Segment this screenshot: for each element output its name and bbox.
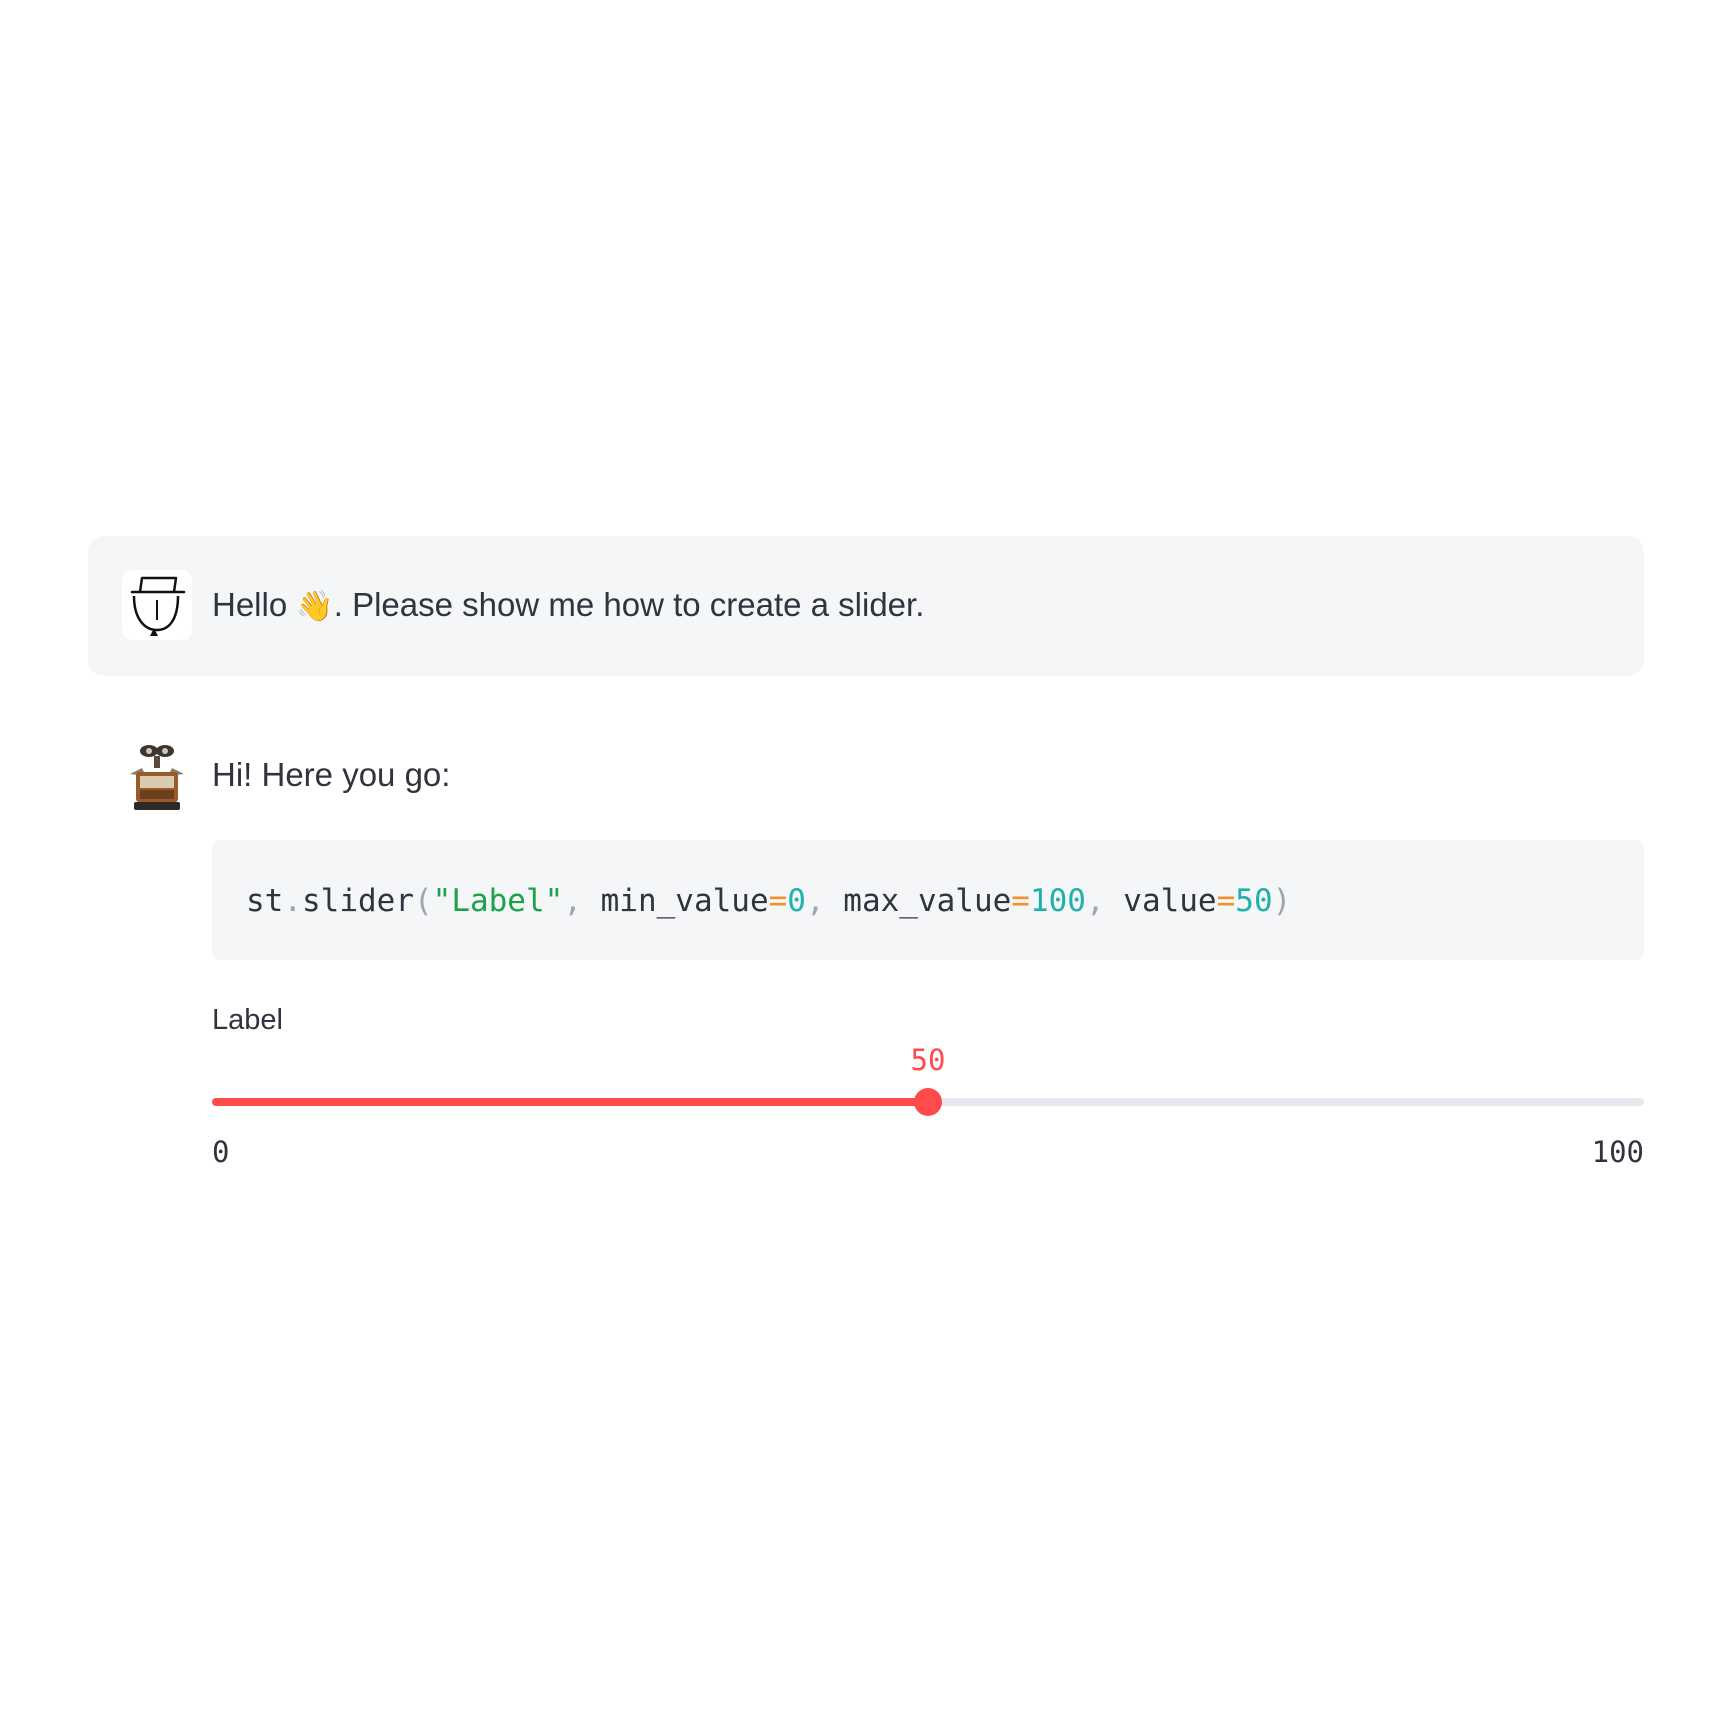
assistant-message-text: Hi! Here you go:: [212, 756, 451, 793]
line-drawing-avatar-icon: [122, 570, 192, 640]
slider-track[interactable]: 50: [212, 1043, 1644, 1116]
code-token: min_value: [600, 883, 769, 919]
code-token: slider: [302, 883, 414, 919]
code-token: .: [283, 883, 302, 919]
code-token: =: [1011, 883, 1030, 919]
user-chat-message: Hello 👋. Please show me how to create a …: [88, 536, 1644, 676]
code-token: max_value: [843, 883, 1012, 919]
code-block[interactable]: st.slider("Label", min_value=0, max_valu…: [212, 840, 1644, 960]
code-token: 0: [787, 883, 806, 919]
code-token: (: [413, 883, 433, 919]
code-token: "Label": [432, 883, 564, 919]
code-token: =: [1216, 883, 1236, 919]
slider-fill: [212, 1098, 928, 1106]
user-message-text-start: Hello: [212, 586, 297, 623]
code-token: ,: [805, 883, 844, 919]
slider-min-label: 0: [212, 1135, 230, 1169]
code-token: value: [1123, 883, 1217, 919]
robot-avatar-icon: [122, 742, 192, 812]
code-token: 50: [1235, 883, 1273, 919]
waving-hand-icon: 👋: [296, 589, 334, 624]
code-token: =: [768, 883, 788, 919]
code-token: ): [1272, 883, 1292, 919]
slider-max-label: 100: [1591, 1135, 1644, 1169]
code-token: ,: [563, 883, 601, 919]
user-message-text: Hello 👋. Please show me how to create a …: [212, 582, 924, 630]
user-message-text-end: . Please show me how to create a slider.: [333, 586, 925, 623]
code-token: ,: [1085, 883, 1124, 919]
slider-label: Label: [212, 1004, 283, 1036]
slider-value-label: 50: [910, 1043, 946, 1077]
code-token: 100: [1029, 883, 1086, 919]
slider-thumb[interactable]: [914, 1088, 942, 1116]
code-line: st.slider("Label", min_value=0, max_valu…: [246, 878, 1291, 924]
code-token: st: [246, 883, 284, 919]
